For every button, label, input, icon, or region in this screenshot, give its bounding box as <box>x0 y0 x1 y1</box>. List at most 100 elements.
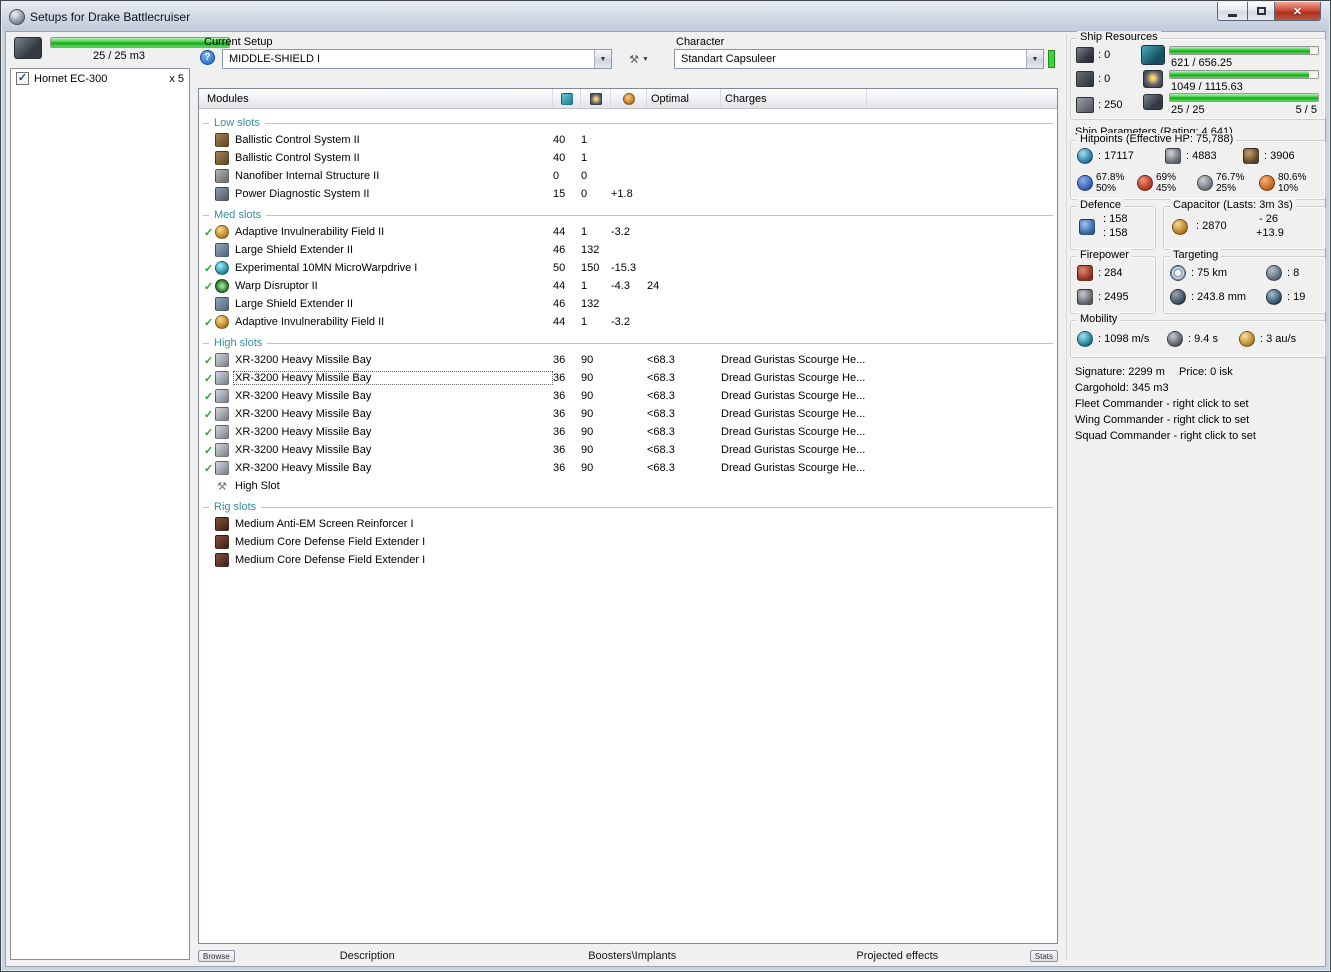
module-row[interactable]: Ballistic Control System II401 <box>199 149 1057 167</box>
defence-value-2: : 158 <box>1103 227 1127 239</box>
module-name: Large Shield Extender II <box>233 243 553 257</box>
setup-dropdown-button[interactable]: ▼ <box>594 50 611 68</box>
module-row[interactable]: ✓XR-3200 Heavy Missile Bay3690<68.3Dread… <box>199 369 1057 387</box>
close-button[interactable]: ✕ <box>1275 2 1321 21</box>
module-row[interactable]: ✓Experimental 10MN MicroWarpdrive I50150… <box>199 259 1057 277</box>
module-row[interactable]: ✓XR-3200 Heavy Missile Bay3690<68.3Dread… <box>199 441 1057 459</box>
drone-checkbox[interactable]: ✓ <box>16 72 29 85</box>
squad-commander-text[interactable]: Squad Commander - right click to set <box>1075 430 1256 442</box>
armor-hp-icon <box>1165 148 1181 164</box>
module-row[interactable]: Large Shield Extender II46132 <box>199 295 1057 313</box>
scan-resolution-value: : 243.8 mm <box>1191 291 1246 303</box>
powergrid-usage-text: 1049 / 1115.63 <box>1171 81 1243 93</box>
slot-group-header: Rig slots <box>199 499 1057 515</box>
module-name: XR-3200 Heavy Missile Bay <box>233 407 553 421</box>
module-row[interactable]: Nanofiber Internal Structure II00 <box>199 167 1057 185</box>
minimize-icon <box>1228 14 1237 17</box>
stats-panel: Ship Resources : 0 : 0 : 250 621 / 656.2… <box>1066 34 1327 960</box>
minimize-button[interactable] <box>1217 2 1247 21</box>
charge-value: Dread Guristas Scourge He... <box>721 354 867 366</box>
fleet-commander-text[interactable]: Fleet Commander - right click to set <box>1075 398 1249 410</box>
defence-value-1: : 158 <box>1103 213 1127 225</box>
tab-description[interactable]: Description <box>235 950 500 962</box>
module-row[interactable]: ✓Warp Disruptor II441-4.324 <box>199 277 1057 295</box>
pg-value: 0 <box>581 170 611 182</box>
browser-toggle-button[interactable]: Browse <box>198 950 235 962</box>
module-name: Ballistic Control System II <box>233 133 553 147</box>
active-check-icon: ✓ <box>199 280 215 293</box>
active-check-icon: ✓ <box>199 426 215 439</box>
module-row[interactable]: ✓XR-3200 Heavy Missile Bay3690<68.3Dread… <box>199 459 1057 477</box>
active-check-icon: ✓ <box>199 316 215 329</box>
calibration-value: : 250 <box>1098 99 1122 111</box>
column-header-charges[interactable]: Charges <box>721 89 867 108</box>
module-row[interactable]: ✓Adaptive Invulnerability Field II441-3.… <box>199 313 1057 331</box>
bottom-bar: Browse Description Boosters\Implants Pro… <box>198 948 1058 964</box>
cpu-value: 36 <box>553 444 581 456</box>
module-row[interactable]: Ballistic Control System II401 <box>199 131 1057 149</box>
drone-list[interactable]: ✓ Hornet EC-300 x 5 <box>10 68 190 960</box>
module-row[interactable]: ⚒High Slot <box>199 477 1057 495</box>
module-row[interactable]: Medium Anti-EM Screen Reinforcer I <box>199 515 1057 533</box>
module-row[interactable]: ✓XR-3200 Heavy Missile Bay3690<68.3Dread… <box>199 351 1057 369</box>
warp-disruptor-icon <box>215 279 229 293</box>
stats-toggle-button[interactable]: Stats <box>1030 950 1058 962</box>
powergrid-icon <box>1143 70 1163 88</box>
pg-value: 90 <box>581 408 611 420</box>
slot-group-header: Low slots <box>199 115 1057 131</box>
optimal-value: <68.3 <box>647 354 721 366</box>
wing-commander-text[interactable]: Wing Commander - right click to set <box>1075 414 1249 426</box>
cap-value: -3.2 <box>611 226 647 238</box>
launcher-hardpoints-icon <box>1076 71 1094 87</box>
setup-combobox[interactable]: MIDDLE-SHIELD I ▼ <box>222 49 612 69</box>
defence-title: Defence <box>1077 199 1124 211</box>
kinetic-resist-icon <box>1197 175 1213 191</box>
maximize-button[interactable] <box>1247 2 1275 21</box>
close-icon: ✕ <box>1293 5 1302 18</box>
firepower-group: Firepower : 284 : 2495 <box>1070 256 1156 314</box>
module-row[interactable]: Medium Core Defense Field Extender I <box>199 533 1057 551</box>
cpu-value: 36 <box>553 372 581 384</box>
column-header-modules[interactable]: Modules <box>199 89 553 108</box>
modules-table-header[interactable]: Modules Optimal Charges <box>199 89 1057 109</box>
sensor-strength-value: : 19 <box>1287 291 1305 303</box>
setup-tools-button[interactable]: ⚒ ▼ <box>622 49 656 69</box>
cpu-value: 36 <box>553 390 581 402</box>
dps-icon <box>1077 265 1093 281</box>
dronebay-usage-text: 25 / 25 <box>1171 104 1205 116</box>
column-header-cpu[interactable] <box>553 89 581 108</box>
rig-icon <box>215 535 229 549</box>
titlebar[interactable]: Setups for Drake Battlecruiser ✕ <box>2 2 1329 31</box>
tab-boosters-implants[interactable]: Boosters\Implants <box>500 950 765 962</box>
active-check-icon: ✓ <box>199 372 215 385</box>
module-row[interactable]: ✓XR-3200 Heavy Missile Bay3690<68.3Dread… <box>199 387 1057 405</box>
module-row[interactable]: Medium Core Defense Field Extender I <box>199 551 1057 569</box>
cpu-value: 44 <box>553 226 581 238</box>
character-dropdown-button[interactable]: ▼ <box>1026 50 1043 68</box>
character-combobox[interactable]: Standart Capsuleer ▼ <box>674 49 1044 69</box>
module-row[interactable]: Large Shield Extender II46132 <box>199 241 1057 259</box>
drone-list-item[interactable]: ✓ Hornet EC-300 x 5 <box>11 69 189 88</box>
volley-value: : 2495 <box>1098 291 1129 303</box>
module-name: Large Shield Extender II <box>233 297 553 311</box>
module-row[interactable]: Power Diagnostic System II150+1.8 <box>199 185 1057 203</box>
pg-value: 1 <box>581 152 611 164</box>
help-icon[interactable]: ? <box>200 50 215 65</box>
missile-bay-icon <box>215 389 229 403</box>
price-text: Price: 0 isk <box>1179 366 1233 378</box>
module-row[interactable]: ✓XR-3200 Heavy Missile Bay3690<68.3Dread… <box>199 405 1057 423</box>
missile-bay-icon <box>215 353 229 367</box>
optimal-value: <68.3 <box>647 372 721 384</box>
column-header-capacitor[interactable] <box>611 89 647 108</box>
cpu-value: 40 <box>553 152 581 164</box>
tab-projected-effects[interactable]: Projected effects <box>765 950 1030 962</box>
targeting-group: Targeting : 75 km : 8 : 243.8 mm : 19 <box>1163 256 1326 314</box>
module-row[interactable]: ✓Adaptive Invulnerability Field II441-3.… <box>199 223 1057 241</box>
max-velocity-value: : 1098 m/s <box>1098 333 1149 345</box>
column-header-powergrid[interactable] <box>581 89 611 108</box>
module-row[interactable]: ✓XR-3200 Heavy Missile Bay3690<68.3Dread… <box>199 423 1057 441</box>
column-header-optimal[interactable]: Optimal <box>647 89 721 108</box>
max-targets-value: : 8 <box>1287 267 1299 279</box>
sensor-strength-icon <box>1266 289 1282 305</box>
cpu-value: 46 <box>553 244 581 256</box>
